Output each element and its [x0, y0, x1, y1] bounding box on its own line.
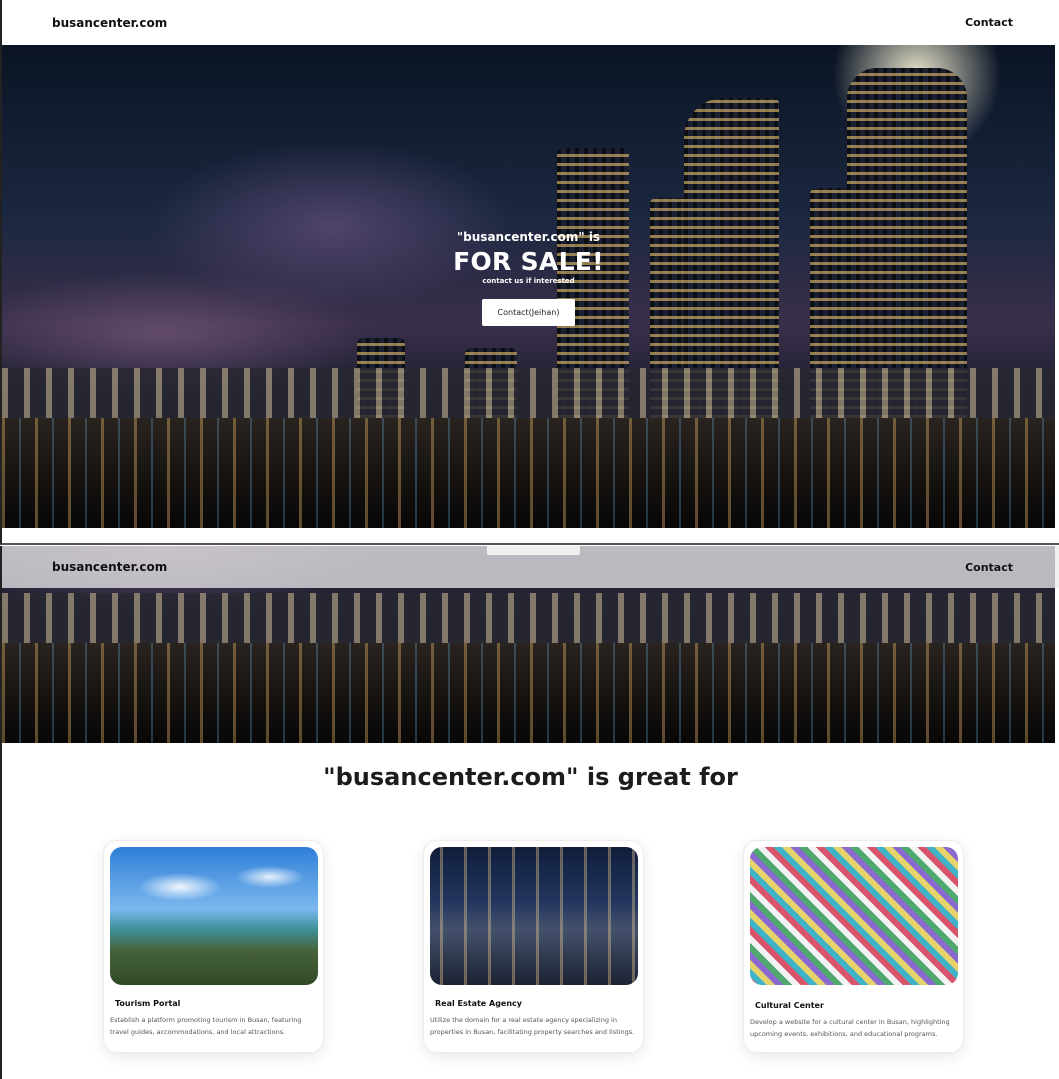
contact-button[interactable]: Contact(Jeihan)	[482, 299, 575, 326]
navbar-sticky: busancenter.com Contact	[2, 546, 1059, 588]
hero-banner: "busancenter.com" is FOR SALE! contact u…	[2, 45, 1055, 528]
card-image-city-night	[430, 847, 638, 985]
section-title: "busancenter.com" is great for	[323, 763, 738, 791]
card-cultural-center[interactable]: Cultural Center Develop a website for a …	[743, 840, 964, 1053]
card-title: Tourism Portal	[115, 999, 181, 1008]
card-description: Utilize the domain for a real estate age…	[430, 1016, 635, 1036]
card-image-colorful-village	[750, 847, 958, 985]
harbor-water	[2, 418, 1055, 528]
hero-content: "busancenter.com" is FOR SALE! contact u…	[2, 230, 1055, 326]
card-title: Real Estate Agency	[435, 999, 522, 1008]
hero-subtitle: contact us if interested	[482, 277, 575, 285]
hero-title: FOR SALE!	[453, 247, 604, 276]
scrollbar-track[interactable]	[1055, 546, 1059, 1079]
brand-logo[interactable]: busancenter.com	[52, 16, 167, 30]
navbar: busancenter.com Contact	[2, 0, 1059, 45]
card-tourism-portal[interactable]: Tourism Portal Establish a platform prom…	[103, 840, 324, 1053]
viewport-bottom: busancenter.com Contact "busancenter.com…	[0, 546, 1059, 1079]
hero-pre-title: "busancenter.com" is	[456, 230, 601, 244]
nav-contact-link[interactable]: Contact	[965, 561, 1013, 574]
viewport-top: busancenter.com Contact "busancenter.com…	[0, 0, 1059, 545]
card-real-estate-agency[interactable]: Real Estate Agency Utilize the domain fo…	[423, 840, 644, 1053]
scrollbar-track[interactable]	[1055, 0, 1059, 543]
card-description: Establish a platform promoting tourism i…	[110, 1016, 302, 1036]
nav-contact-link[interactable]: Contact	[965, 16, 1013, 29]
card-description: Develop a website for a cultural center …	[750, 1018, 950, 1038]
brand-logo[interactable]: busancenter.com	[52, 560, 167, 574]
card-title: Cultural Center	[755, 1001, 824, 1010]
card-image-busan-temple	[110, 847, 318, 985]
harbor-water	[2, 643, 1055, 743]
